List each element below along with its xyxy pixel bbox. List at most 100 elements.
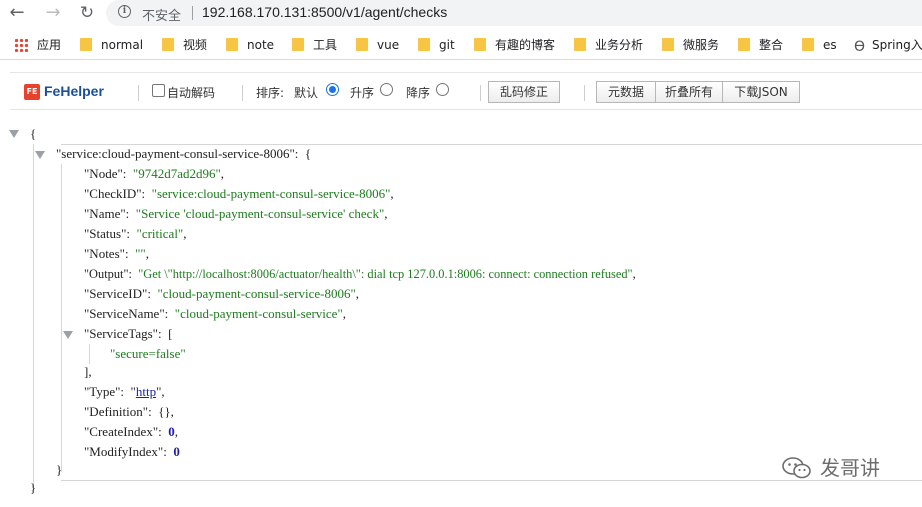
url-text[interactable]: 192.168.170.131:8500/v1/agent/checks (202, 4, 447, 20)
bookmark-label: 微服务 (683, 38, 720, 52)
bookmarks-bar: 应用 normal 视频 note 工具 vue git 有趣的博客 业务分析 … (0, 30, 922, 60)
bookmark-es[interactable]: es (802, 36, 837, 54)
field-output: "Output": "Get \"http://localhost:8006/a… (84, 267, 636, 281)
json-key: "Status" (84, 226, 127, 241)
json-string-value: "critical" (136, 226, 184, 241)
root-close-brace: } (30, 480, 37, 495)
json-key: "service:cloud-payment-consul-service-80… (56, 146, 295, 161)
bookmark-apps[interactable]: 应用 (14, 36, 61, 54)
json-string-value: "Get \"http://localhost:8006/actuator/he… (138, 267, 633, 281)
json-string-value: "cloud-payment-consul-service-8006" (157, 286, 356, 301)
bookmark-fun-blogs[interactable]: 有趣的博客 (474, 36, 555, 54)
auto-decode-checkbox[interactable] (152, 84, 165, 97)
sort-desc-label[interactable]: 降序 (406, 84, 430, 101)
check-close-brace: } (56, 462, 63, 477)
bookmark-normal[interactable]: normal (80, 36, 143, 54)
bookmark-label: 整合 (759, 38, 784, 52)
json-string-value: "cloud-payment-consul-service" (174, 306, 343, 321)
folder-icon (292, 38, 304, 51)
apps-icon (14, 38, 28, 52)
collapse-all-button[interactable]: 折叠所有 (655, 81, 723, 103)
field-name: "Name": "Service 'cloud-payment-consul-s… (84, 206, 388, 221)
bookmark-git[interactable]: git (418, 36, 455, 54)
address-bar[interactable]: i 不安全 192.168.170.131:8500/v1/agent/chec… (106, 0, 922, 26)
fix-encoding-button[interactable]: 乱码修正 (488, 81, 560, 103)
spring-icon: Ө (854, 39, 866, 55)
folder-icon (474, 38, 486, 51)
bookmark-label: 有趣的博客 (495, 38, 556, 52)
bookmark-label: 视频 (183, 38, 208, 52)
field-modifyindex: "ModifyIndex": 0 (84, 444, 180, 459)
servicetag-item: "secure=false" (110, 344, 186, 364)
json-key: "ServiceName" (84, 306, 165, 321)
sort-default-radio[interactable] (326, 83, 339, 96)
json-key: "Node" (84, 166, 123, 181)
json-key: "ServiceID" (84, 286, 148, 301)
bookmark-tools[interactable]: 工具 (292, 36, 337, 54)
folder-icon (356, 38, 368, 51)
collapse-root-icon[interactable] (9, 130, 19, 138)
wechat-icon (782, 457, 811, 479)
field-node: "Node": "9742d7ad2d96", (84, 166, 225, 181)
json-string-value: "service:cloud-payment-consul-service-80… (151, 186, 391, 201)
json-key: "ModifyIndex" (84, 444, 164, 459)
folder-icon (738, 38, 750, 51)
folder-icon (574, 38, 586, 51)
json-string-value: "" (135, 246, 146, 261)
json-key: "CreateIndex" (84, 424, 159, 439)
http-link[interactable]: http (136, 384, 156, 399)
sort-asc-radio[interactable] (380, 83, 393, 96)
browser-toolbar: ← → ↻ i 不安全 192.168.170.131:8500/v1/agen… (0, 0, 922, 28)
bookmark-label: note (247, 38, 275, 52)
field-type: "Type": "http", (84, 384, 165, 399)
address-divider (192, 6, 193, 20)
bookmark-integration[interactable]: 整合 (738, 36, 783, 54)
bookmark-label: git (439, 38, 455, 52)
folder-icon (162, 38, 174, 51)
bookmark-note[interactable]: note (226, 36, 274, 54)
sort-asc-label[interactable]: 升序 (350, 84, 374, 101)
json-viewer: { "service:cloud-payment-consul-service-… (0, 120, 922, 507)
auto-decode-label[interactable]: 自动解码 (167, 84, 215, 101)
bookmark-video[interactable]: 视频 (162, 36, 207, 54)
bookmark-label: 业务分析 (595, 38, 644, 52)
bookmark-business-analysis[interactable]: 业务分析 (574, 36, 643, 54)
toolbar-divider (138, 85, 139, 101)
bookmark-vue[interactable]: vue (356, 36, 399, 54)
json-key: "Type" (84, 384, 121, 399)
bookmark-microservices[interactable]: 微服务 (662, 36, 719, 54)
bookmark-label: vue (377, 38, 400, 52)
fehelper-title[interactable]: FeHelper (44, 83, 104, 99)
toolbar-divider (584, 85, 585, 101)
download-json-button[interactable]: 下载JSON (722, 81, 800, 103)
folder-icon (418, 38, 430, 51)
servicetags-close: ], (84, 364, 92, 379)
fehelper-logo-icon: FE (24, 84, 40, 100)
toolbar-divider (242, 85, 243, 101)
json-key: "Output" (84, 267, 129, 281)
folder-icon (226, 38, 238, 51)
sort-desc-radio[interactable] (436, 83, 449, 96)
indent-guide (89, 344, 90, 364)
field-createindex: "CreateIndex": 0, (84, 424, 179, 439)
reload-icon[interactable]: ↻ (76, 2, 98, 24)
arrow-right-icon[interactable]: → (42, 2, 64, 24)
collapse-servicetags-icon[interactable] (63, 331, 73, 339)
security-label[interactable]: 不安全 (142, 5, 181, 24)
json-key: "ServiceTags" (84, 326, 158, 341)
metadata-button[interactable]: 元数据 (596, 81, 656, 103)
json-key: "Notes" (84, 246, 125, 261)
json-number-value: 0 (173, 444, 180, 459)
collapse-check-icon[interactable] (35, 151, 45, 159)
bookmark-label: 工具 (313, 38, 338, 52)
sort-label: 排序: (256, 86, 285, 100)
field-definition: "Definition": {}, (84, 404, 174, 419)
info-icon[interactable]: i (118, 5, 131, 18)
bookmark-label: 应用 (37, 38, 62, 52)
arrow-left-icon[interactable]: ← (6, 2, 28, 24)
bookmark-spring[interactable]: Ө Spring入 (854, 36, 922, 54)
json-key: "Definition" (84, 404, 149, 419)
sort-default-label[interactable]: 默认 (294, 84, 318, 101)
json-object-value: {} (158, 404, 171, 419)
toolbar-divider (480, 85, 481, 101)
